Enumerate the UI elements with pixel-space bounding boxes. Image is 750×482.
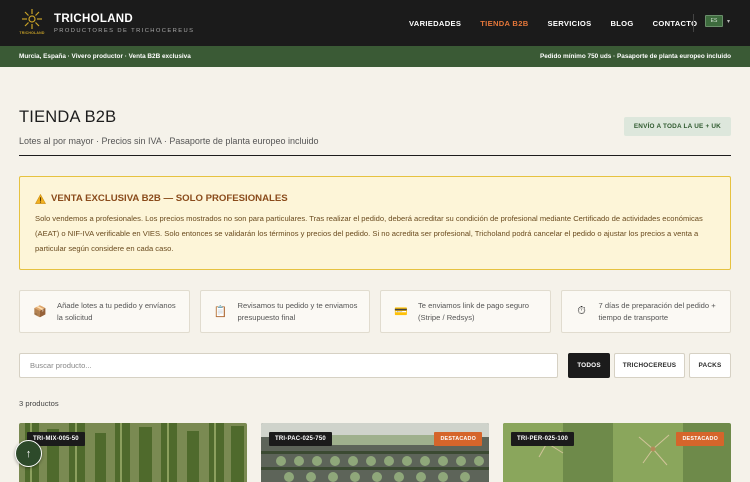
shipping-badge: ENVÍO A TODA LA UE + UK xyxy=(623,117,731,136)
product-card[interactable]: TRI-PER-025-100 DESTACADO xyxy=(503,423,731,482)
product-card[interactable]: TRI-PAC-025-750 DESTACADO xyxy=(261,423,489,482)
nav-blog[interactable]: BLOG xyxy=(610,19,633,28)
step-text: Revisamos tu pedido y te enviamos presup… xyxy=(237,300,358,322)
package-icon: 📦 xyxy=(33,306,47,318)
page-subtitle: Lotes al por mayor · Precios sin IVA · P… xyxy=(19,136,319,146)
warning-heading: VENTA EXCLUSIVA B2B — SOLO PROFESIONALES xyxy=(35,193,714,204)
info-bar-right: Pedido mínimo 750 uds · Pasaporte de pla… xyxy=(539,53,731,60)
step-card: 📦 Añade lotes a tu pedido y envíanos la … xyxy=(19,290,190,333)
warning-title: VENTA EXCLUSIVA B2B — SOLO PROFESIONALES xyxy=(51,193,288,204)
product-sku: TRI-PER-025-100 xyxy=(511,432,575,446)
warning-body: Solo vendemos a profesionales. Los preci… xyxy=(35,214,703,253)
product-card[interactable]: TRI-MIX-005-50 xyxy=(19,423,247,482)
nav-variedades[interactable]: VARIEDADES xyxy=(409,19,461,28)
filter-packs-button[interactable]: PACKS xyxy=(689,353,731,378)
step-card: ⏱ 7 días de preparación del pedido + tie… xyxy=(560,290,731,333)
stopwatch-icon: ⏱ xyxy=(577,305,586,317)
logo-mini-text: TRICHOLAND xyxy=(19,31,45,35)
results-count: 3 productos xyxy=(19,399,59,408)
logo-link[interactable]: TRICHOLAND TRICHOLAND PRODUCTORES DE TRI… xyxy=(19,8,194,38)
cactus-logo-icon: TRICHOLAND xyxy=(19,8,45,38)
step-text: 7 días de preparación del pedido + tiemp… xyxy=(598,300,716,322)
title-divider xyxy=(19,155,731,156)
b2b-warning-box: VENTA EXCLUSIVA B2B — SOLO PROFESIONALES… xyxy=(19,176,731,270)
featured-badge: DESTACADO xyxy=(434,432,482,446)
step-card: 📋 Revisamos tu pedido y te enviamos pres… xyxy=(199,290,370,333)
featured-badge: DESTACADO xyxy=(676,432,724,446)
brand-tagline: PRODUCTORES DE TRICHOCEREUS xyxy=(54,27,195,34)
product-sku: TRI-PAC-025-750 xyxy=(269,432,332,446)
scroll-to-top-button[interactable]: ↑ xyxy=(15,440,42,467)
clipboard-icon: 📋 xyxy=(213,306,228,318)
warning-icon xyxy=(35,193,46,204)
step-text: Añade lotes a tu pedido y envíanos la so… xyxy=(57,300,176,322)
site-header: TRICHOLAND TRICHOLAND PRODUCTORES DE TRI… xyxy=(0,0,750,46)
chevron-down-icon: ▾ xyxy=(727,18,731,25)
page-header: TIENDA B2B Lotes al por mayor · Precios … xyxy=(19,108,731,146)
nav-contacto[interactable]: CONTACTO xyxy=(653,19,698,28)
brand-name: TRICHOLAND xyxy=(54,12,134,25)
nav-servicios[interactable]: SERVICIOS xyxy=(548,19,592,28)
step-text: Te enviamos link de pago seguro (Stripe … xyxy=(418,300,530,322)
filter-trichocereus-button[interactable]: TRICHOCEREUS xyxy=(614,353,685,378)
spain-flag-icon: ES xyxy=(705,15,723,27)
card-icon: 💳 xyxy=(394,306,408,318)
nav-divider xyxy=(693,14,694,32)
main-nav: VARIEDADES TIENDA B2B SERVICIOS BLOG CON… xyxy=(409,0,716,46)
language-selector[interactable]: ES ▾ xyxy=(705,15,730,27)
filter-todos-button[interactable]: TODOS xyxy=(568,353,610,378)
arrow-up-icon: ↑ xyxy=(25,447,32,460)
brand-text: TRICHOLAND PRODUCTORES DE TRICHOCEREUS xyxy=(54,13,194,34)
info-bar: Murcia, España · Vivero productor · Vent… xyxy=(0,46,750,67)
step-card: 💳 Te enviamos link de pago seguro (Strip… xyxy=(380,290,551,333)
nav-tienda-b2b[interactable]: TIENDA B2B xyxy=(480,19,528,28)
order-steps: 📦 Añade lotes a tu pedido y envíanos la … xyxy=(19,290,731,333)
info-bar-left: Murcia, España · Vivero productor · Vent… xyxy=(19,53,191,60)
search-input[interactable] xyxy=(19,353,558,378)
